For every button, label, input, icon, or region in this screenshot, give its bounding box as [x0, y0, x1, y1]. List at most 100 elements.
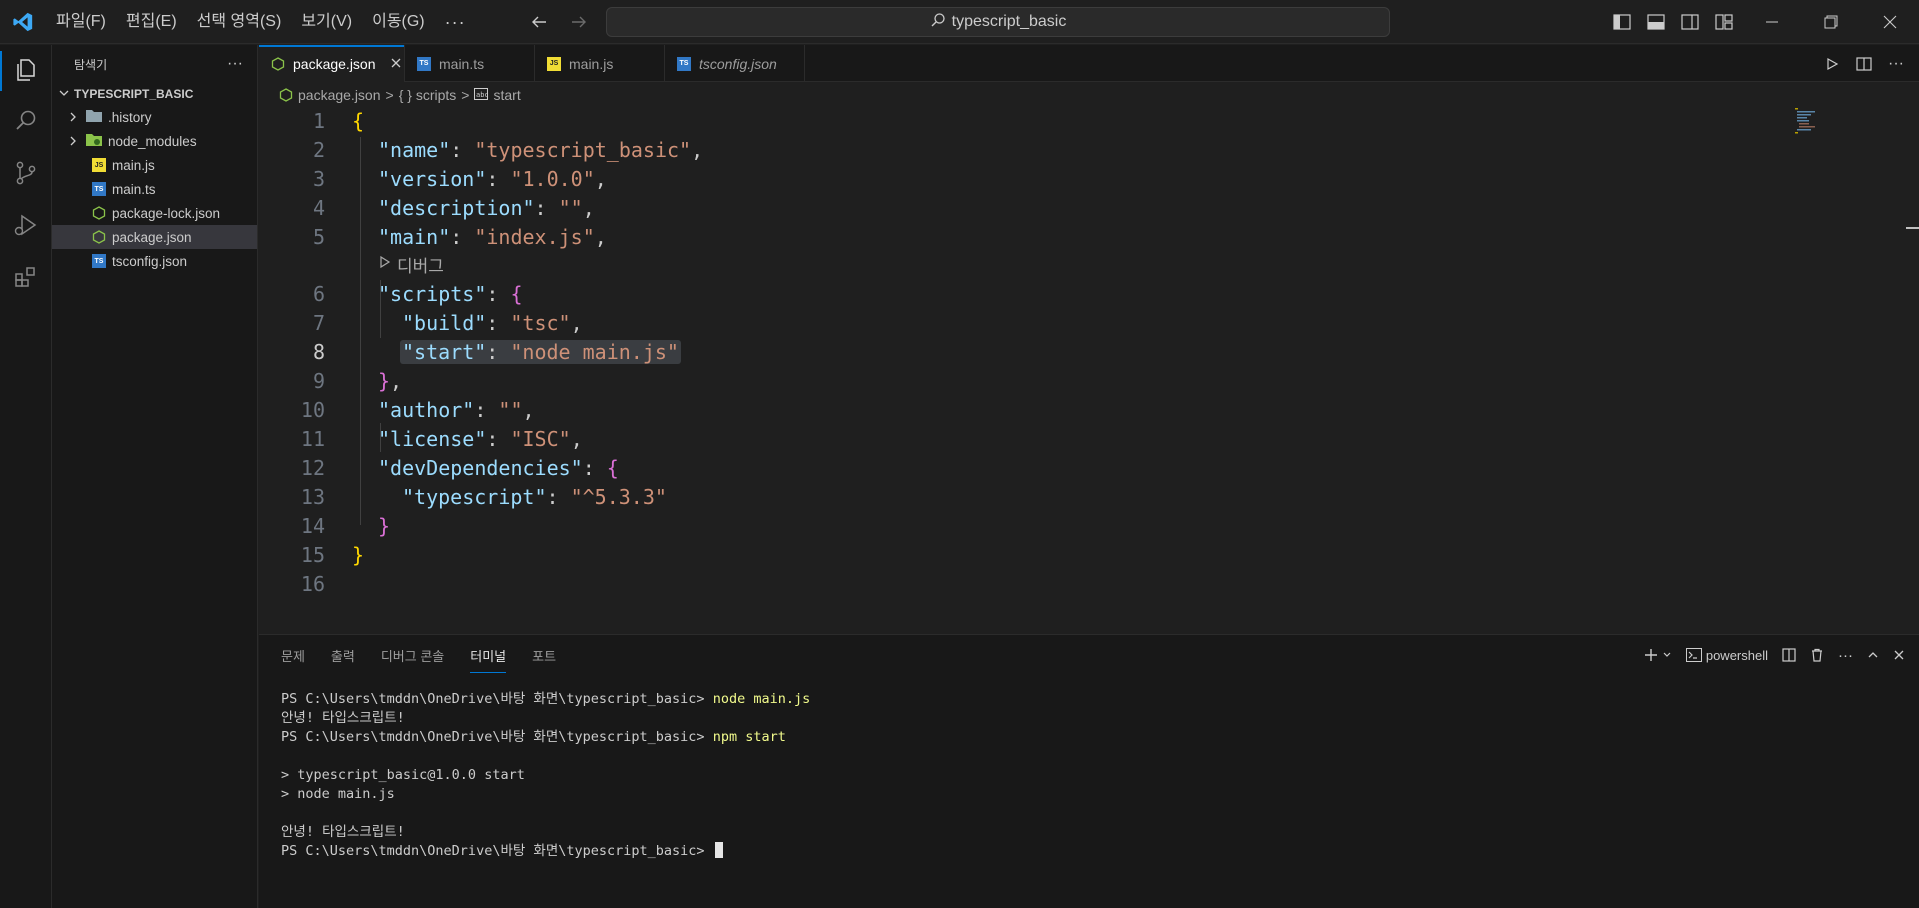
- code-line: 4 "description": "",: [259, 193, 595, 222]
- split-editor-icon[interactable]: [1855, 55, 1873, 73]
- tab-output[interactable]: 출력: [331, 646, 355, 665]
- title-bar: 파일(F) 편집(E) 선택 영역(S) 보기(V) 이동(G) ··· typ…: [0, 0, 1919, 44]
- search-view-icon[interactable]: [0, 95, 52, 147]
- menu-more-button[interactable]: ···: [435, 0, 476, 44]
- run-and-debug-icon[interactable]: [0, 199, 52, 251]
- explorer-more-button[interactable]: ···: [227, 55, 243, 73]
- code-editor[interactable]: 1 { 2 "name": "typescript_basic", 3 "ver…: [259, 108, 1919, 634]
- extensions-icon[interactable]: [0, 251, 52, 303]
- line-number: 12: [300, 455, 325, 480]
- back-arrow-icon[interactable]: [528, 11, 550, 33]
- breadcrumb-scope[interactable]: { } scripts: [399, 87, 457, 103]
- window-controls: [1742, 0, 1919, 44]
- tab-main-ts[interactable]: TS main.ts: [405, 45, 535, 82]
- terminal-cursor: [714, 842, 723, 858]
- close-window-icon[interactable]: [1860, 0, 1919, 44]
- code-token: "name": [378, 137, 451, 162]
- tree-item-package-json[interactable]: package.json: [52, 225, 257, 249]
- npm-json-file-icon: [92, 230, 106, 244]
- terminal-output[interactable]: PS C:\Users\tmddn\OneDrive\바탕 화면\typescr…: [259, 675, 1919, 861]
- tree-item-main-js[interactable]: JS main.js: [52, 153, 257, 177]
- new-terminal-button[interactable]: [1644, 648, 1672, 662]
- code-token: "ISC": [510, 426, 571, 451]
- command-center-search[interactable]: typescript_basic: [606, 7, 1390, 37]
- code-token: {: [606, 455, 619, 480]
- line-number: 3: [312, 166, 325, 191]
- breadcrumb-separator: >: [385, 87, 394, 103]
- breadcrumb-file[interactable]: package.json: [298, 87, 381, 103]
- code-line: 15 }: [259, 540, 364, 569]
- line-number: 1: [312, 108, 325, 133]
- trash-icon[interactable]: [1810, 648, 1824, 662]
- menu-edit[interactable]: 편집(E): [116, 0, 187, 44]
- terminal-line-empty: [281, 747, 1919, 766]
- close-tab-icon[interactable]: [390, 56, 402, 72]
- more-actions-icon[interactable]: ···: [1887, 55, 1905, 73]
- workspace-folder[interactable]: TYPESCRIPT_BASIC: [52, 83, 257, 105]
- shell-name: powershell: [1705, 647, 1768, 663]
- js-file-icon: JS: [547, 56, 561, 71]
- source-control-icon[interactable]: [0, 147, 52, 199]
- tree-item-label: main.ts: [112, 181, 156, 197]
- tab-tsconfig-json[interactable]: TS tsconfig.json: [665, 45, 805, 82]
- debug-codelens[interactable]: 디버그: [379, 253, 444, 276]
- explorer-sidebar: 탐색기 ··· TYPESCRIPT_BASIC .history node_m…: [52, 45, 258, 908]
- tab-label: main.ts: [439, 55, 485, 72]
- folder-icon: [86, 109, 102, 125]
- terminal-line-empty: [281, 804, 1919, 823]
- line-number: 4: [312, 195, 325, 220]
- tab-debug-console[interactable]: 디버그 콘솔: [381, 646, 444, 665]
- play-icon: [379, 254, 391, 274]
- code-token: }: [378, 368, 391, 393]
- maximize-panel-icon[interactable]: [1867, 649, 1879, 661]
- customize-layout-icon[interactable]: [1712, 10, 1736, 34]
- line-number: 14: [300, 513, 325, 538]
- tree-item-package-lock-json[interactable]: package-lock.json: [52, 201, 257, 225]
- minimap[interactable]: [1795, 108, 1821, 134]
- terminal-line: PS C:\Users\tmddn\OneDrive\바탕 화면\typescr…: [281, 728, 1919, 747]
- restore-icon[interactable]: [1801, 0, 1860, 44]
- code-token: "node main.js": [510, 339, 679, 364]
- npm-json-file-icon: [271, 56, 285, 71]
- terminal-line: > typescript_basic@1.0.0 start: [281, 767, 525, 783]
- line-number: 8: [312, 339, 325, 364]
- tree-item-main-ts[interactable]: TS main.ts: [52, 177, 257, 201]
- terminal-prompt: PS C:\Users\tmddn\OneDrive\바탕 화면\typescr…: [281, 729, 713, 745]
- tab-package-json[interactable]: package.json: [259, 45, 405, 82]
- tab-ports[interactable]: 포트: [532, 646, 556, 665]
- tree-item-history[interactable]: .history: [52, 105, 257, 129]
- breadcrumb-item[interactable]: start: [493, 87, 520, 103]
- toggle-panel-icon[interactable]: [1644, 10, 1668, 34]
- code-token: "1.0.0": [510, 166, 595, 191]
- tab-main-js[interactable]: JS main.js: [535, 45, 665, 82]
- chevron-down-icon: [1663, 652, 1671, 657]
- explorer-icon[interactable]: [0, 45, 52, 95]
- panel-actions: powershell ···: [1644, 635, 1905, 675]
- terminal-line: PS C:\Users\tmddn\OneDrive\바탕 화면\typescr…: [281, 690, 1919, 709]
- menu-view[interactable]: 보기(V): [291, 0, 362, 44]
- more-actions-icon[interactable]: ···: [1838, 647, 1853, 664]
- tree-item-node-modules[interactable]: node_modules: [52, 129, 257, 153]
- tab-problems[interactable]: 문제: [281, 646, 305, 665]
- toggle-secondary-sidebar-icon[interactable]: [1678, 10, 1702, 34]
- toggle-primary-sidebar-icon[interactable]: [1610, 10, 1634, 34]
- menu-file[interactable]: 파일(F): [46, 0, 116, 44]
- tree-item-tsconfig-json[interactable]: TS tsconfig.json: [52, 249, 257, 273]
- breadcrumb: package.json > { } scripts > abc start: [259, 83, 521, 107]
- menu-bar: 파일(F) 편집(E) 선택 영역(S) 보기(V) 이동(G) ···: [46, 0, 476, 44]
- terminal-line: 안녕! 타입스크립트!: [281, 710, 405, 726]
- tab-terminal[interactable]: 터미널: [470, 646, 506, 673]
- code-token: "author": [378, 397, 475, 422]
- terminal-command: node main.js: [712, 691, 811, 707]
- forward-arrow-icon[interactable]: [568, 11, 590, 33]
- menu-selection[interactable]: 선택 영역(S): [187, 0, 292, 44]
- split-terminal-icon[interactable]: [1782, 648, 1796, 662]
- minimize-icon[interactable]: [1742, 0, 1801, 44]
- js-file-icon: JS: [92, 158, 106, 172]
- terminal-shell-selector[interactable]: powershell: [1685, 647, 1768, 663]
- menu-go[interactable]: 이동(G): [362, 0, 435, 44]
- close-panel-icon[interactable]: [1893, 649, 1905, 661]
- code-token: {: [510, 281, 523, 306]
- run-icon[interactable]: [1823, 55, 1841, 73]
- tab-label: main.js: [569, 55, 614, 72]
